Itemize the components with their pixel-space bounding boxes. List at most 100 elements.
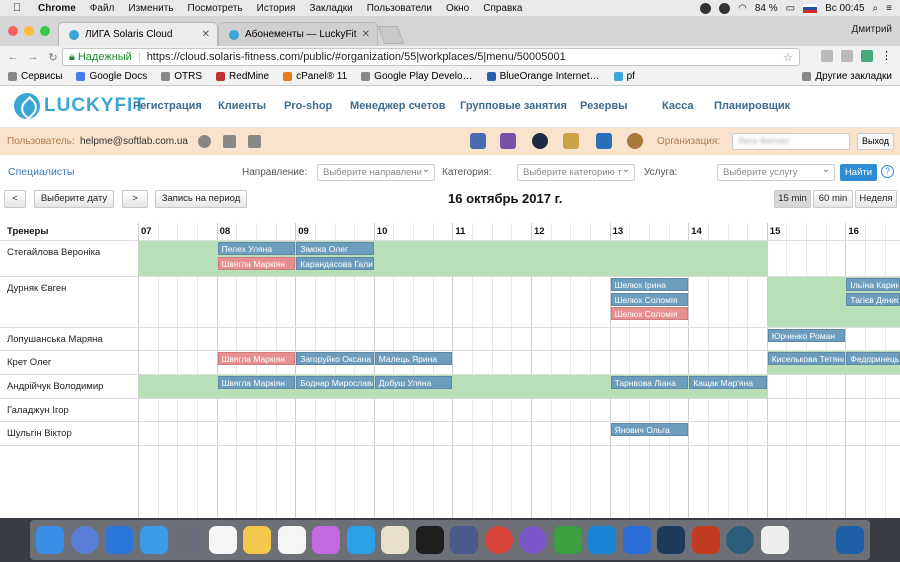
bookmark-google-play[interactable]: Google Play Develo… <box>361 71 473 82</box>
appointment[interactable]: Швягла Маркіян <box>217 256 296 270</box>
pick-date-button[interactable]: Выберите дату <box>34 190 114 208</box>
specialists-link[interactable]: Специалисты <box>8 166 74 178</box>
numbers-icon[interactable] <box>553 526 582 554</box>
view-15min-button[interactable]: 15 min <box>774 190 811 208</box>
nav-clients[interactable]: Клиенты <box>218 100 266 112</box>
nav-accounts-manager[interactable]: Менеджер счетов <box>350 100 446 112</box>
forward-icon[interactable]: → <box>26 51 40 63</box>
appointment[interactable]: Добуш Уляна <box>374 376 453 389</box>
menu-app[interactable]: Chrome <box>38 3 76 14</box>
module-icon[interactable] <box>500 133 516 149</box>
slack-icon[interactable] <box>760 526 789 554</box>
bookmark-blueorange[interactable]: BlueOrange Internet… <box>486 71 600 82</box>
safari-icon[interactable] <box>105 526 133 554</box>
extension-icon[interactable] <box>841 50 853 62</box>
sourcetree-icon[interactable] <box>726 526 754 554</box>
maximize-window-button[interactable] <box>40 26 50 36</box>
mysql-workbench-icon[interactable] <box>657 526 685 554</box>
nav-scheduler[interactable]: Планировщик <box>714 100 790 112</box>
calendar-icon[interactable] <box>208 526 237 554</box>
appointment[interactable]: Кащак Мар'яна <box>689 376 767 389</box>
chrome-icon[interactable] <box>484 526 513 554</box>
menu-file[interactable]: Файл <box>90 3 115 14</box>
module-icon[interactable] <box>563 133 579 149</box>
appointment[interactable]: Киселькова Тетяна <box>767 352 846 365</box>
search-icon[interactable]: ⌕ <box>873 3 879 14</box>
close-window-button[interactable] <box>8 26 18 36</box>
viber-icon[interactable] <box>519 526 547 554</box>
new-tab-button[interactable] <box>377 26 405 44</box>
profile-name[interactable]: Дмитрий <box>851 24 892 35</box>
bookmark-google-docs[interactable]: Google Docs <box>76 71 147 82</box>
view-60min-button[interactable]: 60 min <box>813 190 853 208</box>
nav-reserves[interactable]: Резервы <box>580 100 628 112</box>
back-icon[interactable]: ← <box>6 51 20 63</box>
chrome-menu-icon[interactable]: ⋮ <box>881 50 892 62</box>
module-icon[interactable] <box>470 133 486 149</box>
direction-select[interactable]: Выберите направлени <box>317 164 435 181</box>
appointment[interactable]: Швягла Маркіян <box>217 352 296 365</box>
appointment[interactable]: Загоруйко Оксана <box>296 352 374 365</box>
appointment[interactable]: Тагієв Денис <box>846 292 900 306</box>
clock[interactable]: Вс 00:45 <box>825 3 864 14</box>
flower-icon[interactable] <box>312 526 340 554</box>
minimize-window-button[interactable] <box>24 26 34 36</box>
wifi-icon[interactable]: ◠ <box>738 3 747 14</box>
bluetooth-icon[interactable] <box>719 2 731 14</box>
appointment[interactable]: Карандасова Галина <box>296 256 374 270</box>
finder-icon[interactable] <box>36 526 64 554</box>
reload-icon[interactable]: ↻ <box>46 51 60 64</box>
input-language-flag-icon[interactable] <box>803 3 818 13</box>
siri-icon[interactable] <box>70 526 99 554</box>
help-icon[interactable]: ? <box>881 165 894 178</box>
menu-list-icon[interactable]: ≡ <box>886 3 892 14</box>
bookmark-otrs[interactable]: OTRS <box>161 71 202 82</box>
extension-icon[interactable] <box>861 50 873 62</box>
close-tab-icon[interactable]: ✕ <box>362 29 370 40</box>
notes-icon[interactable] <box>243 526 271 554</box>
find-button[interactable]: Найти <box>840 164 877 181</box>
appointment[interactable]: Ільїна Карина <box>846 278 900 291</box>
appointment[interactable]: Боднар Мирослава <box>296 376 374 389</box>
url-input[interactable]: 🔒︎ Надежный | https://cloud.solaris-fitn… <box>62 48 800 66</box>
appointment[interactable]: Тарнвова Ліана <box>610 376 689 389</box>
menu-view[interactable]: Посмотреть <box>188 3 243 14</box>
appointment[interactable]: Пелех Уляна <box>217 242 296 255</box>
menu-bookmarks[interactable]: Закладки <box>309 3 352 14</box>
bookmark-services[interactable]: Сервисы <box>8 71 62 82</box>
appointment[interactable]: Шелюх Соломія <box>610 292 689 306</box>
wrench-icon[interactable] <box>223 135 236 148</box>
preview-icon[interactable] <box>381 526 409 554</box>
other-bookmarks[interactable]: Другие закладки <box>802 71 892 82</box>
appointment[interactable]: Шелюх Соломія <box>610 307 689 320</box>
terminal-icon[interactable] <box>415 526 444 554</box>
trello-icon[interactable] <box>622 526 651 554</box>
appointment[interactable]: Зімока Олег <box>296 242 374 255</box>
organization-select[interactable]: Лига Фитнес <box>732 133 850 150</box>
prev-day-button[interactable]: < <box>4 190 26 208</box>
bookmark-cpanel[interactable]: cPanel® 11 <box>283 71 347 82</box>
launchpad-icon[interactable] <box>139 526 168 554</box>
appointment[interactable]: Юрченко Роман <box>767 329 846 342</box>
exit-button[interactable]: Выход <box>857 133 894 150</box>
menu-window[interactable]: Окно <box>446 3 469 14</box>
nav-registration[interactable]: Регистрация <box>133 100 202 112</box>
appointment[interactable]: Швягла Маркіян <box>217 376 296 389</box>
trash-icon[interactable] <box>836 526 864 554</box>
view-week-button[interactable]: Неделя <box>855 190 897 208</box>
nav-group-classes[interactable]: Групповые занятия <box>460 100 567 112</box>
viber-tray-icon[interactable] <box>700 2 712 14</box>
rocket-icon[interactable] <box>174 526 202 554</box>
reminders-icon[interactable] <box>277 526 306 554</box>
menu-help[interactable]: Справка <box>483 3 522 14</box>
next-day-button[interactable]: > <box>122 190 148 208</box>
user-profile-icon[interactable] <box>198 135 211 148</box>
appointment[interactable]: Янович Ольга <box>610 423 689 436</box>
menu-edit[interactable]: Изменить <box>128 3 173 14</box>
menu-history[interactable]: История <box>257 3 296 14</box>
module-icon[interactable] <box>596 133 612 149</box>
apple-icon[interactable]:  <box>10 2 24 14</box>
nav-pro-shop[interactable]: Pro-shop <box>284 100 332 112</box>
menu-users[interactable]: Пользователи <box>367 3 432 14</box>
module-icon[interactable] <box>627 133 643 149</box>
